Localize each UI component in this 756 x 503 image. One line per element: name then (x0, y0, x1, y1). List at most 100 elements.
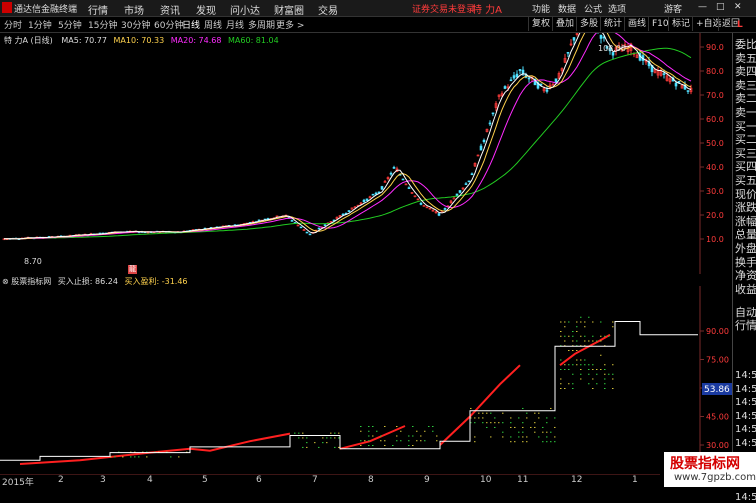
candle-body (374, 192, 378, 195)
mark-button[interactable]: 标记 (668, 17, 693, 31)
trade-time: 14:50 (735, 383, 756, 395)
candle-body (545, 89, 549, 92)
y-tick-label: 30.0 (706, 187, 724, 196)
tab-daily[interactable]: 日线 (182, 18, 200, 31)
trade-time: 14:50 (735, 492, 756, 503)
title-bar: 通达信金融终端 行情 市场 资讯 发现 问小达 财富圈 交易 证券交易未登录 特… (0, 0, 756, 17)
y-tick-label: 60.0 (706, 115, 724, 124)
x-axis-label: 3 (100, 475, 106, 485)
tab-30min[interactable]: 30分钟 (121, 18, 150, 31)
candle-body (479, 145, 483, 151)
ma10-value: MA10: 70.33 (113, 36, 165, 45)
panel-flag: L (737, 20, 743, 30)
login-notice[interactable]: 证券交易未登录 (412, 2, 475, 15)
candle-body (509, 79, 513, 82)
tab-monthly[interactable]: 月线 (226, 18, 244, 31)
tab-1min[interactable]: 1分钟 (28, 18, 52, 31)
maximize-icon[interactable]: □ (716, 2, 725, 12)
y-tick-label: 80.0 (706, 67, 724, 76)
sub-y-tick-label: 90.00 (706, 327, 729, 336)
menu-jiaoyi[interactable]: 交易 (318, 2, 338, 17)
x-axis-label: 5 (202, 475, 208, 485)
trade-time: 14:50 (735, 424, 756, 436)
candle-body (518, 69, 522, 72)
tab-fenshi[interactable]: 分时 (4, 18, 22, 31)
quote-field-20[interactable]: 行情 (735, 317, 756, 333)
candle-body (554, 78, 558, 83)
candle-body (323, 224, 327, 226)
tab-weekly[interactable]: 周线 (204, 18, 222, 31)
candle-body (470, 173, 474, 176)
trade-time: 14:50 (735, 410, 756, 422)
close-icon[interactable]: ✕ (734, 2, 742, 12)
candle-body (305, 231, 309, 234)
candle-body (467, 180, 471, 183)
tab-60min[interactable]: 60分钟 (154, 18, 183, 31)
low-price-label: 8.70 (24, 257, 42, 266)
tab-5min[interactable]: 5分钟 (58, 18, 82, 31)
x-axis (0, 474, 660, 475)
candle-body (389, 172, 393, 175)
menu-wenxiaoda[interactable]: 问小达 (230, 2, 260, 17)
y-tick-label: 50.0 (706, 139, 724, 148)
tab-more[interactable]: 更多 > (276, 18, 304, 31)
candlestick-chart[interactable]: 100.090.080.070.060.050.040.030.020.010.… (0, 33, 732, 274)
stats-button[interactable]: 统计 (600, 17, 625, 31)
candle-body (365, 198, 369, 201)
menu-hangqing[interactable]: 行情 (88, 2, 108, 17)
menu-gongneng[interactable]: 功能 (532, 2, 550, 15)
menu-shuju[interactable]: 数据 (558, 2, 576, 15)
indicator-close-icon[interactable]: ⊗ (2, 277, 9, 286)
y-tick-label: 10.0 (706, 235, 724, 244)
candle-body (299, 226, 303, 229)
overlay-button[interactable]: 叠加 (552, 17, 577, 31)
minimize-icon[interactable]: — (698, 2, 707, 12)
candle-body (491, 112, 495, 115)
x-axis-label: 7 (312, 475, 318, 485)
guest-label[interactable]: 游客 (664, 2, 682, 15)
candle-body (488, 122, 492, 125)
candle-body (512, 75, 516, 79)
menu-faxian[interactable]: 发现 (196, 2, 216, 17)
menu-zixun[interactable]: 资讯 (160, 2, 180, 17)
candle-body (392, 167, 396, 169)
x-axis-label: 10 (480, 475, 492, 485)
high-price-label: 108.00 (598, 44, 626, 53)
menu-xuanxiang[interactable]: 选项 (608, 2, 626, 15)
candle-body (407, 187, 411, 189)
trade-time: 14:50 (735, 438, 756, 449)
candle-body (458, 190, 462, 193)
candle-body (380, 186, 384, 190)
menu-shichang[interactable]: 市场 (124, 2, 144, 17)
app-logo-icon (2, 2, 12, 13)
candle-body (662, 73, 666, 75)
candle-body (482, 139, 486, 142)
ma-legend: 特 力A (日线) MA5: 70.77 MA10: 70.33 MA20: 7… (4, 35, 279, 46)
candle-body (290, 220, 294, 222)
quote-field-18[interactable]: 收益 (735, 281, 756, 297)
fuquan-button[interactable]: 复权 (528, 17, 553, 31)
x-axis-label: 2 (58, 475, 64, 485)
candle-body (686, 90, 690, 92)
tab-multi-period[interactable]: 多周期 (248, 18, 275, 31)
draw-line-button[interactable]: 画线 (624, 17, 649, 31)
menu-gongshi[interactable]: 公式 (584, 2, 602, 15)
candle-body (371, 193, 375, 196)
tab-15min[interactable]: 15分钟 (88, 18, 117, 31)
indicator-chart[interactable]: 90.0075.0060.0045.0030.00 (0, 286, 732, 472)
indicator-name[interactable]: 股票指标网 (11, 277, 51, 286)
x-axis-label: 6 (256, 475, 262, 485)
candle-body (308, 233, 312, 236)
trade-time: 14:50 (735, 370, 756, 381)
profit-curve (439, 364, 521, 446)
current-stock-name: 特 力A (472, 5, 503, 16)
sub-y-tick-label: 75.00 (706, 356, 729, 365)
y-tick-label: 40.0 (706, 163, 724, 172)
x-axis-label: 8 (368, 475, 374, 485)
multi-stock-button[interactable]: 多股 (576, 17, 601, 31)
candle-body (674, 82, 678, 87)
candle-body (599, 34, 603, 39)
dragon-marker[interactable]: 龍 (128, 265, 137, 274)
candle-body (419, 202, 423, 205)
menu-caifuquan[interactable]: 财富圈 (274, 2, 304, 17)
